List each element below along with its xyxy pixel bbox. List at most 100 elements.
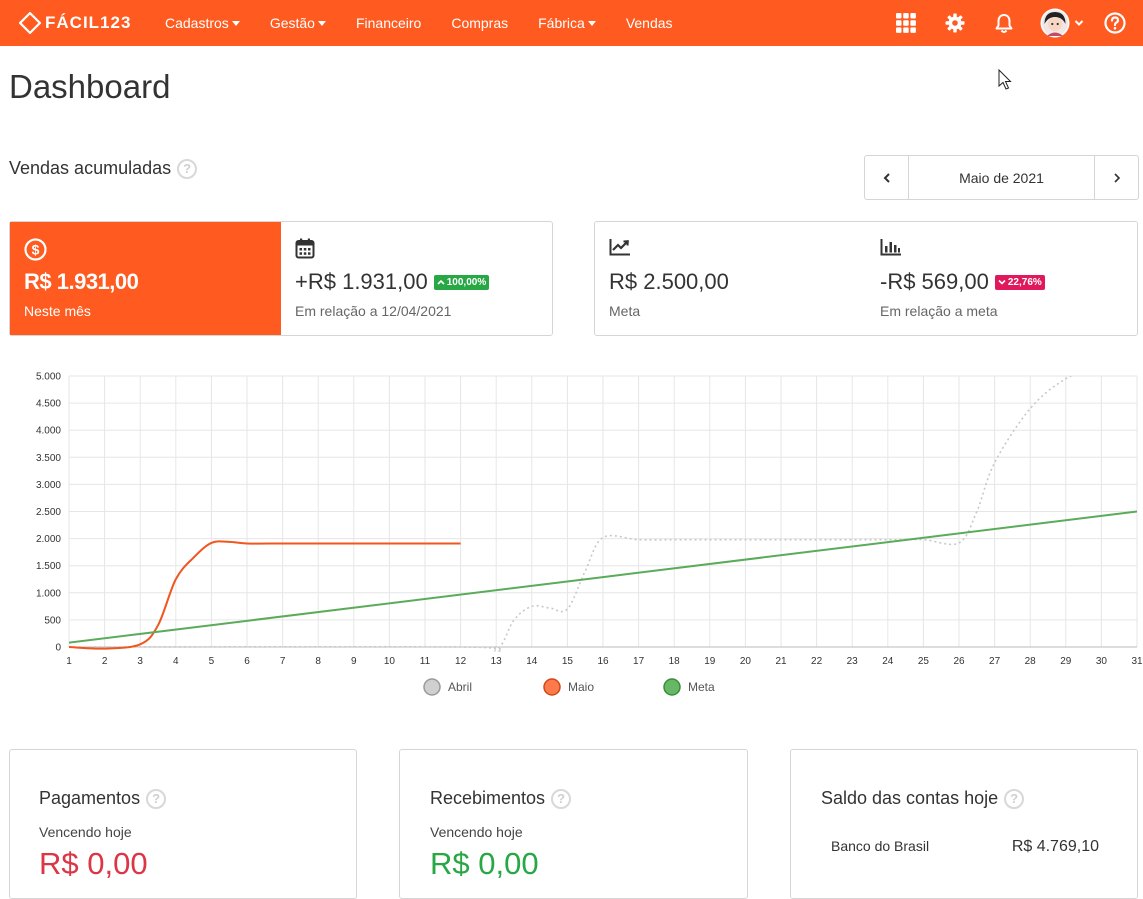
chevron-up-icon: [437, 279, 445, 285]
month-sales-stat: $ R$ 1.931,00 Neste mês: [10, 222, 281, 335]
payments-subtitle: Vencendo hoje: [39, 824, 132, 840]
nav-item-financeiro[interactable]: Financeiro: [356, 15, 421, 31]
bell-icon[interactable]: [988, 13, 1020, 34]
x-tick-label: 18: [669, 656, 681, 667]
x-tick-label: 2: [102, 656, 108, 667]
calendar-icon: [295, 238, 315, 264]
legend-label-abril: Abril: [448, 680, 472, 694]
x-tick-label: 29: [1060, 656, 1072, 667]
balance-title: Saldo das contas hoje: [821, 788, 999, 808]
receipts-value: R$ 0,00: [430, 846, 539, 881]
bar-chart-icon: [880, 238, 902, 261]
series-line-abril: [69, 376, 1073, 653]
nav-item-label: Compras: [451, 15, 509, 31]
current-month-label[interactable]: Maio de 2021: [909, 156, 1094, 199]
help-icon[interactable]: ?: [551, 788, 572, 809]
nav-item-fabrica[interactable]: Fábrica: [538, 15, 596, 31]
y-tick-label: 4.000: [36, 426, 61, 437]
decline-badge: 22,76%: [994, 274, 1045, 290]
help-icon[interactable]: ?: [1004, 788, 1025, 809]
goal-value: R$ 2.500,00: [609, 269, 729, 294]
x-tick-label: 3: [137, 656, 143, 667]
x-tick-label: 7: [280, 656, 286, 667]
line-chart-svg: 0 500 1.000 1.500 2.000 2.500 3.000 3.500 4.000 4…: [36, 372, 1143, 696]
month-picker: Maio de 2021: [864, 155, 1139, 200]
x-tick-label: 22: [811, 656, 823, 667]
apps-grid-icon[interactable]: [890, 13, 922, 33]
compare-sales-stat: +R$ 1.931,00 100,00% Em relação a 12/04/…: [281, 222, 552, 335]
nav-item-vendas[interactable]: Vendas: [626, 15, 673, 31]
nav-item-cadastros[interactable]: Cadastros: [165, 15, 240, 31]
brand-logo[interactable]: FÁCIL123: [19, 12, 147, 34]
section-title-text: Vendas acumuladas: [9, 158, 172, 178]
x-tick-label: 11: [420, 656, 431, 667]
compare-sales-value: +R$ 1.931,00: [295, 269, 428, 294]
x-tick-label: 31: [1131, 656, 1143, 667]
payments-title-row: Pagamentos ?: [39, 788, 167, 809]
x-tick-label: 1: [66, 656, 72, 667]
section-title: Vendas acumuladas ?: [9, 158, 198, 179]
bank-name: Banco do Brasil: [831, 838, 930, 854]
sales-stats-card: $ R$ 1.931,00 Neste mês +R$ 1.931,00 100…: [9, 221, 553, 336]
nav-item-compras[interactable]: Compras: [451, 15, 508, 31]
growth-badge-text: 100,00%: [446, 276, 487, 288]
nav-item-label: Vendas: [625, 15, 673, 31]
svg-text:$: $: [32, 242, 40, 258]
mouse-cursor-icon: [998, 69, 1012, 90]
x-tick-label: 12: [455, 656, 467, 667]
y-tick-label: 1.500: [36, 561, 61, 572]
x-tick-label: 23: [847, 656, 859, 667]
x-tick-label: 24: [882, 656, 894, 667]
diamond-logo-icon: [19, 12, 41, 34]
goal-stats-card: R$ 2.500,00 Meta -R$ 569,00 22,76% Em re…: [594, 221, 1138, 336]
chevron-right-icon: [1113, 172, 1120, 183]
y-tick-label: 0: [55, 643, 61, 654]
x-tick-label: 20: [740, 656, 752, 667]
caret-down-icon: [231, 20, 240, 26]
goal-diff-label: Em relação a meta: [880, 303, 998, 319]
main-nav: Cadastros Gestão Financeiro Compras Fábrica V…: [165, 15, 703, 31]
goal-diff-value-row: -R$ 569,00 22,76%: [880, 269, 1045, 295]
nav-item-label: Fábrica: [538, 15, 585, 31]
bank-balance: R$ 4.769,10: [1011, 838, 1099, 855]
x-tick-label: 21: [775, 656, 787, 667]
payments-title: Pagamentos: [39, 788, 141, 808]
y-tick-label: 1.000: [36, 588, 61, 599]
x-tick-label: 30: [1096, 656, 1108, 667]
gear-icon[interactable]: [939, 13, 971, 33]
legend-marker-abril: [423, 678, 441, 696]
help-icon[interactable]: ?: [177, 158, 198, 179]
top-navbar: FÁCIL123 Cadastros Gestão Financeiro Compra…: [0, 0, 1143, 46]
x-tick-label: 5: [209, 656, 215, 667]
x-tick-label: 10: [384, 656, 396, 667]
y-tick-label: 3.000: [36, 480, 61, 491]
x-tick-label: 27: [989, 656, 1001, 667]
y-tick-label: 3.500: [36, 453, 61, 464]
x-tick-label: 19: [704, 656, 716, 667]
bank-account-row[interactable]: Banco do Brasil R$ 4.769,10: [831, 838, 1099, 856]
help-icon[interactable]: [1103, 12, 1127, 34]
help-icon[interactable]: ?: [146, 788, 167, 809]
x-tick-label: 25: [918, 656, 930, 667]
receipts-title-row: Recebimentos ?: [430, 788, 572, 809]
user-avatar[interactable]: [1038, 8, 1086, 38]
caret-down-icon: [587, 20, 596, 26]
prev-month-button[interactable]: [865, 156, 909, 199]
y-tick-label: 5.000: [36, 372, 61, 383]
nav-item-gestao[interactable]: Gestão: [270, 15, 326, 31]
receipts-subtitle: Vencendo hoje: [430, 824, 523, 840]
legend-marker-meta: [663, 678, 681, 696]
x-tick-label: 6: [244, 656, 250, 667]
accumulated-sales-chart: 0 500 1.000 1.500 2.000 2.500 3.000 3.500 4.000 4…: [0, 360, 1143, 700]
receipts-title: Recebimentos: [430, 788, 546, 808]
y-tick-label: 2.500: [36, 507, 61, 518]
chevron-down-icon: [1074, 20, 1084, 26]
chevron-down-icon: [998, 279, 1006, 285]
receipts-card: Recebimentos ? Vencendo hoje R$ 0,00: [399, 749, 748, 899]
x-tick-label: 9: [351, 656, 357, 667]
nav-item-label: Financeiro: [355, 15, 422, 31]
growth-badge: 100,00%: [433, 274, 490, 290]
nav-item-label: Cadastros: [165, 15, 229, 31]
goal-diff-value: -R$ 569,00: [880, 269, 989, 294]
next-month-button[interactable]: [1094, 156, 1138, 199]
